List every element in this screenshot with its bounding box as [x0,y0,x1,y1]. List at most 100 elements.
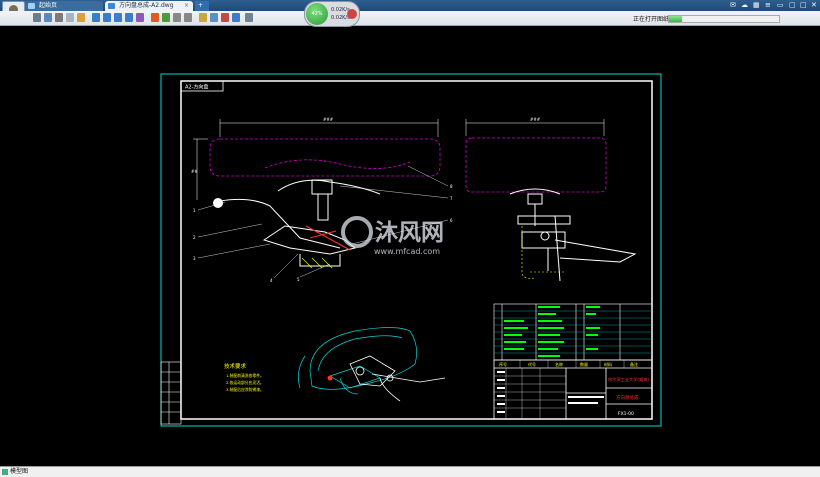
measure-icon[interactable] [162,13,170,22]
front-view-mechanism [219,179,381,267]
zoom-in-icon[interactable] [114,13,122,22]
bom-text-bar [586,334,598,336]
export-icon[interactable] [66,13,74,22]
side-yellow-dashed [521,226,565,279]
dwg-file-icon [108,3,115,9]
front-view-cushion [209,138,441,177]
close-icon[interactable]: ✕ [811,0,817,10]
title-school: 哈尔滨工业大学(威海) [608,376,649,383]
cad-drawing-canvas[interactable]: A2-方向盘 ### ## 1 2 3 4 5 8 7 6 ### 沐风网 ww… [0,26,820,466]
bom-row-lines [494,310,652,354]
bom-text-bar [504,334,522,336]
note-line: 3.装配后应涂防锈漆。 [226,387,264,392]
header-cell: 材料 [604,361,612,367]
title-text-bar [497,403,505,405]
bom-text-bar [538,348,558,350]
menu-icon[interactable]: ≡ [765,0,771,10]
part-number: 2 [193,235,196,240]
minimize-icon[interactable]: ▭ [777,0,784,10]
undo-icon[interactable] [173,13,181,22]
dim-width: ### [323,117,334,122]
title-text-bar [497,371,505,373]
network-speed-widget[interactable]: 42% 0.02K/s 0.02K/s [304,1,360,27]
model-space-icon[interactable] [2,469,8,475]
title-text-bar [568,402,598,404]
title-text-bar [497,387,505,389]
title-text-bar [568,396,604,398]
part-number: 1 [193,208,196,213]
text-icon[interactable] [210,13,218,22]
front-dimensions [193,119,439,200]
header-cell: 名称 [555,361,563,367]
progress-fill [669,16,683,22]
technical-notes: 技术要求 1.装配前清洗各零件。 2.各运动部分应灵活。 3.装配后应涂防锈漆。 [224,362,264,392]
tab-label: 起始页 [39,2,58,9]
bom-cell-text [504,306,600,357]
bom-text-bar [538,313,556,315]
watermark-url: www.mfcad.com [374,247,440,256]
bom-text-bar [504,341,526,343]
grid-icon[interactable]: ▦ [753,0,760,10]
bom-text-bar [538,355,560,357]
stamp-text: A2-方向盘 [185,84,208,91]
find-icon[interactable] [221,13,229,22]
zoom-extents-icon[interactable] [92,13,100,22]
close-tab-icon[interactable]: × [184,1,189,11]
bom-text-bar [538,334,560,336]
part-number: 5 [297,277,300,282]
maximize-icon[interactable]: □ [800,0,807,10]
dim-side-width: ### [530,117,541,122]
tab-start-page[interactable]: 起始页 [25,1,103,11]
pan-icon[interactable] [136,13,144,22]
bom-text-bar [586,327,600,329]
note-line: 1.装配前清洗各零件。 [226,373,264,378]
loading-progress-bar [668,15,780,23]
header-cell: 备注 [630,361,638,367]
accelerate-icon[interactable] [347,9,357,19]
tab-drawing[interactable]: 方向盘总成-A2.dwg × [105,1,193,11]
chat-icon[interactable]: ☁ [741,0,748,10]
properties-icon[interactable] [232,13,240,22]
loading-status-text: 正在打开图纸 [633,16,670,23]
bom-text-bar [504,327,528,329]
part-number: 6 [450,218,453,223]
dim-height: ## [191,169,198,174]
title-text-bar [497,395,505,397]
header-cell: 代号 [528,361,536,367]
side-view-mechanism [509,188,637,282]
bom-text-bar [538,341,564,343]
bom-text-bar [504,348,524,350]
part-number: 3 [193,256,196,261]
part-number: 7 [450,196,453,201]
redo-icon[interactable] [184,13,192,22]
isometric-mechanism [349,355,446,402]
bom-text-bar [538,306,560,308]
notes-title: 技术要求 [224,362,247,370]
isometric-red-knob [327,375,333,381]
settings-icon[interactable] [245,13,253,22]
open-folder-icon[interactable] [33,13,41,22]
lock-icon[interactable] [77,13,85,22]
header-cell: 序号 [499,361,507,367]
speed-percent: 42% [306,3,328,25]
save-icon[interactable] [44,13,52,22]
part-number: 4 [270,278,273,283]
zoom-out-icon[interactable] [125,13,133,22]
skin-icon[interactable]: ✉ [730,0,736,10]
title-block [493,359,653,420]
restore-icon[interactable]: ▢ [789,0,796,10]
watermark-text: 沐风网 [375,220,444,246]
header-cell: 数量 [580,361,588,367]
model-space-label[interactable]: 模型图 [10,468,28,476]
zoom-window-icon[interactable] [103,13,111,22]
new-tab-button[interactable]: + [195,1,209,11]
pen-icon[interactable] [151,13,159,22]
tab-label: 方向盘总成-A2.dwg [119,2,174,9]
home-icon [28,3,35,9]
bottom-bar: 模型图 [0,466,820,477]
drawing-code: FX1-00 [618,411,634,417]
layers-icon[interactable] [199,13,207,22]
part-number: 8 [450,184,453,189]
bom-text-bar [586,313,596,315]
print-icon[interactable] [55,13,63,22]
